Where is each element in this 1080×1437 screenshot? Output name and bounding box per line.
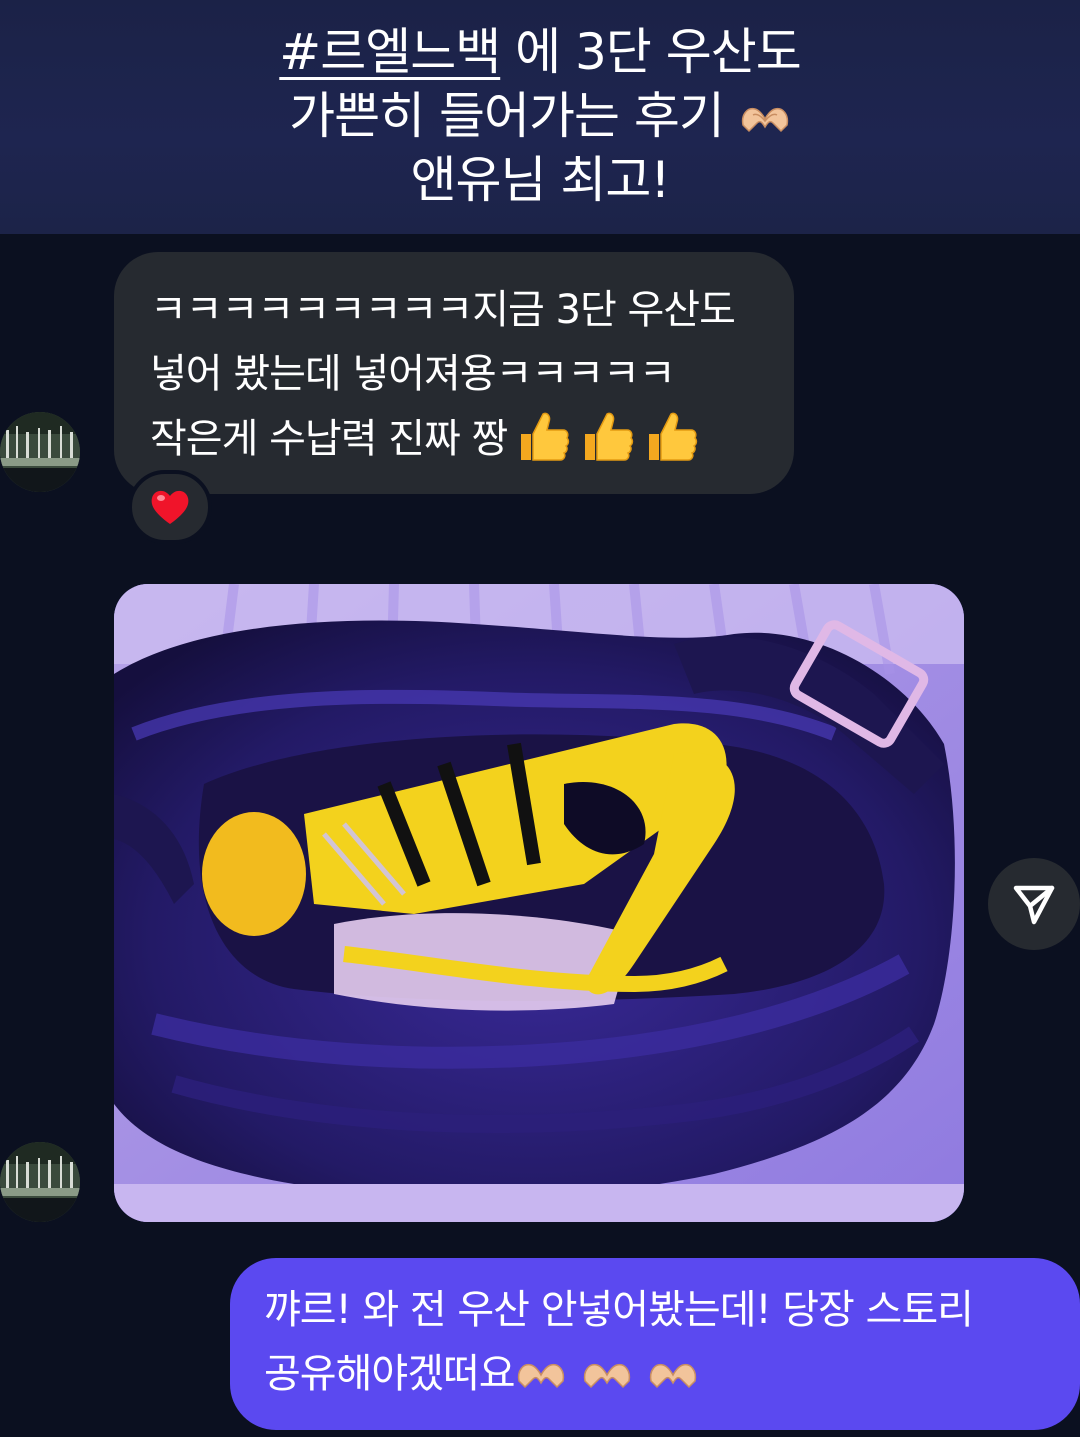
thumbs-up-icon xyxy=(649,412,698,461)
incoming-message-bubble[interactable]: ㅋㅋㅋㅋㅋㅋㅋㅋㅋ지금 3단 우산도 넣어 봤는데 넣어져용ㅋㅋㅋㅋㅋ 작은게 … xyxy=(114,252,794,494)
share-button[interactable] xyxy=(988,858,1080,950)
story-caption: #르엘느백 에 3단 우산도 가쁜히 들어가는 후기 앤유님 최고! xyxy=(0,0,1080,234)
caption-text-1: 에 3단 우산도 xyxy=(500,23,802,81)
sender-avatar[interactable] xyxy=(0,412,80,492)
incoming-line-2: 넣어 봤는데 넣어져용ㅋㅋㅋㅋㅋ xyxy=(150,351,676,397)
avatar-forest-image xyxy=(0,1142,80,1222)
thumbs-up-icon xyxy=(521,412,570,461)
photo-message[interactable] xyxy=(114,584,964,1222)
heart-hands-icon xyxy=(583,1363,630,1389)
heart-hands-icon xyxy=(741,107,788,133)
sender-avatar[interactable] xyxy=(0,1142,80,1222)
heart-reaction[interactable] xyxy=(128,470,212,544)
hashtag-link[interactable]: #르엘느백 xyxy=(279,23,501,81)
caption-line-2: 가쁜히 들어가는 후기 xyxy=(0,84,1080,148)
thumbs-up-icon xyxy=(585,412,634,461)
incoming-text-3: 작은게 수납력 진짜 짱 xyxy=(150,416,508,462)
caption-text-2: 가쁜히 들어가는 후기 xyxy=(289,87,725,145)
incoming-line-3: 작은게 수납력 진짜 짱 xyxy=(150,406,764,471)
bag-umbrella-photo xyxy=(114,584,964,1222)
heart-hands-icon xyxy=(517,1363,564,1389)
caption-line-3: 앤유님 최고! xyxy=(410,151,671,209)
outgoing-text-2: 공유해야겠떠요 xyxy=(264,1351,516,1397)
caption-line-1: #르엘느백 에 3단 우산도 xyxy=(0,20,1080,84)
outgoing-line-2: 공유해야겠떠요 xyxy=(264,1342,1060,1406)
send-icon xyxy=(1013,885,1055,925)
dm-screen: #르엘느백 에 3단 우산도 가쁜히 들어가는 후기 앤유님 최고! ㅋㅋㅋㅋㅋ… xyxy=(0,0,1080,1437)
outgoing-message-bubble[interactable]: 꺄르! 와 전 우산 안넣어봤는데! 당장 스토리 공유해야겠떠요 xyxy=(230,1258,1080,1430)
red-heart-icon xyxy=(151,490,189,524)
outgoing-line-1: 꺄르! 와 전 우산 안넣어봤는데! 당장 스토리 xyxy=(264,1287,974,1333)
incoming-line-1: ㅋㅋㅋㅋㅋㅋㅋㅋㅋ지금 3단 우산도 xyxy=(150,287,736,333)
avatar-forest-image xyxy=(0,412,80,492)
heart-hands-icon xyxy=(649,1363,696,1389)
